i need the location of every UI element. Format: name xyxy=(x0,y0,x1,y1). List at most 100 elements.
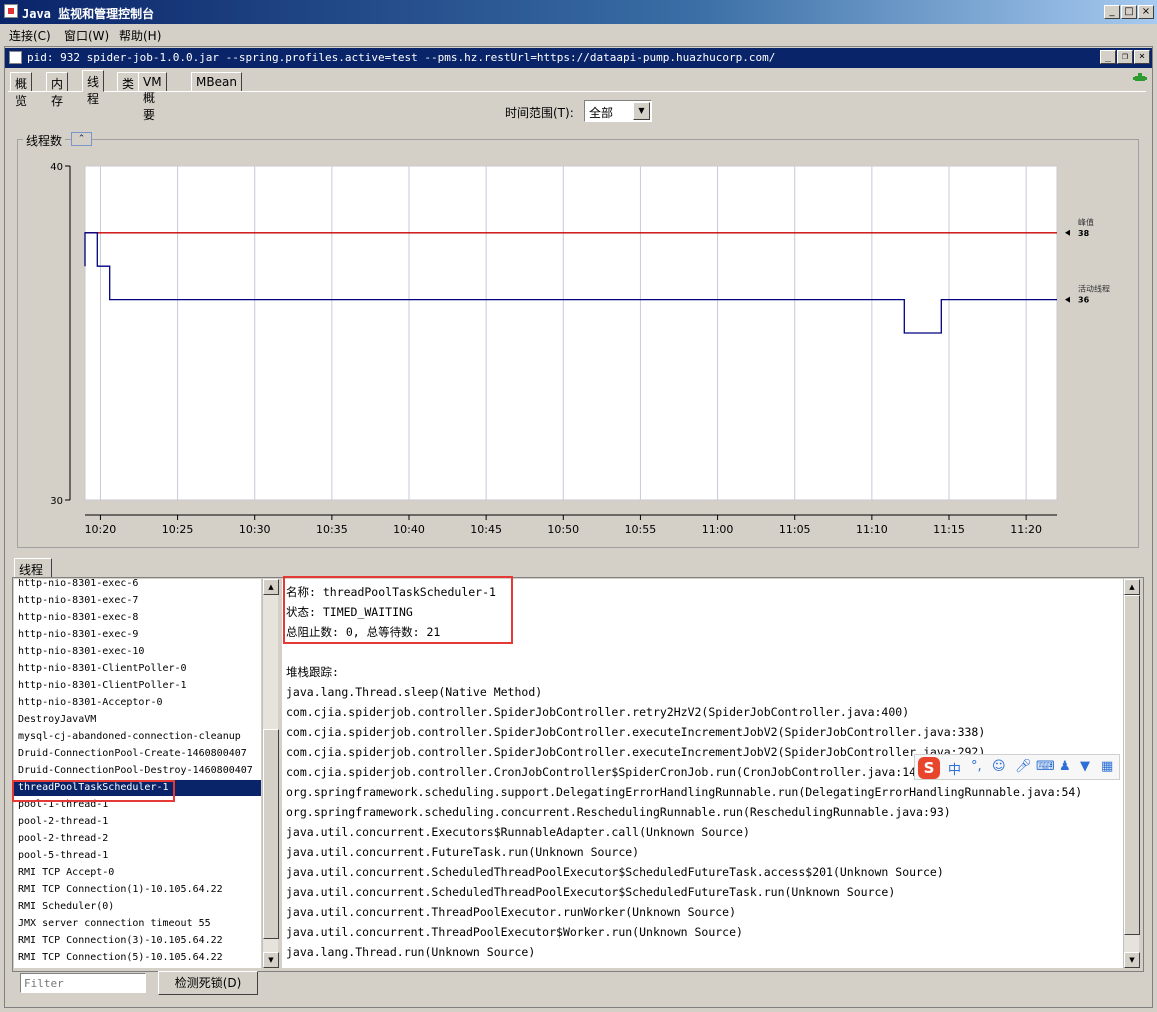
x-tick-label: 10:30 xyxy=(239,523,271,536)
thread-list-item[interactable]: RMI TCP Connection(3)-10.105.64.22 xyxy=(18,933,223,949)
menu-window[interactable]: 窗口(W) xyxy=(64,27,109,44)
grid-icon[interactable]: ▦ xyxy=(1101,759,1113,774)
x-tick-label: 10:50 xyxy=(547,523,579,536)
thread-list-item[interactable]: RMI Scheduler(0) xyxy=(18,899,114,915)
highlight-box-detail xyxy=(283,576,513,644)
legend-name: 活动线程 xyxy=(1078,284,1110,294)
x-tick-label: 11:20 xyxy=(1010,523,1042,536)
tab-thread-list[interactable]: 线程 xyxy=(14,558,52,578)
legend-value: 38 xyxy=(1078,229,1090,238)
thread-list-item[interactable]: http-nio-8301-exec-8 xyxy=(18,610,138,626)
user-icon[interactable]: ♟ xyxy=(1059,759,1071,774)
shirt-icon[interactable]: ▼ xyxy=(1080,759,1090,774)
emoji-icon[interactable]: ☺ xyxy=(992,759,1006,774)
tab-overview[interactable]: 概览 xyxy=(10,72,33,108)
tab-memory[interactable]: 内存 xyxy=(46,72,69,108)
stack-trace-header: 堆栈跟踪: xyxy=(286,665,339,679)
frame-restore-button[interactable]: ❐ xyxy=(1117,50,1133,64)
frame-icon xyxy=(9,51,22,64)
thread-list-item[interactable]: Druid-ConnectionPool-Create-1460800407 xyxy=(18,746,247,762)
close-button[interactable]: × xyxy=(1138,5,1154,19)
thread-list-item[interactable]: RMI TCP Connection(1)-10.105.64.22 xyxy=(18,882,223,898)
y-tick-label: 30 xyxy=(50,496,63,507)
time-range-select[interactable]: 全部 ▼ xyxy=(584,100,652,122)
highlight-box-thread xyxy=(12,780,175,802)
thread-list-item[interactable]: http-nio-8301-exec-6 xyxy=(18,579,138,592)
series-marker xyxy=(1065,229,1070,236)
thread-list-item[interactable]: pool-2-thread-1 xyxy=(18,814,108,830)
thread-list-item[interactable]: RMI TCP Connection(5)-10.105.64.22 xyxy=(18,950,223,966)
stack-frame-line: com.cjia.spiderjob.controller.CronJobCon… xyxy=(286,765,917,779)
thread-list-item[interactable]: RMI TCP Accept-0 xyxy=(18,865,114,881)
stack-frame-line: java.util.concurrent.ThreadPoolExecutor.… xyxy=(286,905,737,919)
menu-bar: 连接(C) 窗口(W) 帮助(H) xyxy=(0,24,1157,44)
thread-list-item[interactable]: mysql-cj-abandoned-connection-cleanup xyxy=(18,729,241,745)
detail-scroll-up-icon[interactable]: ▲ xyxy=(1124,579,1140,595)
thread-list-item[interactable]: DestroyJavaVM xyxy=(18,712,96,728)
filter-input[interactable] xyxy=(20,973,146,993)
thread-list-item[interactable]: http-nio-8301-exec-10 xyxy=(18,644,144,660)
scroll-thumb[interactable] xyxy=(263,729,279,939)
x-tick-label: 10:25 xyxy=(162,523,194,536)
stack-frame-line: java.lang.Thread.run(Unknown Source) xyxy=(286,945,536,959)
thread-count-title: 线程数 xyxy=(23,132,66,149)
tab-threads[interactable]: 线程 xyxy=(82,70,105,106)
thread-list[interactable]: http-nio-8301-exec-6 http-nio-8301-exec-7… xyxy=(14,579,261,968)
ime-toolbar: S 中 °, ☺ 🎤︎ ⌨ ♟ ▼ ▦ xyxy=(914,754,1120,780)
dropdown-arrow-icon[interactable]: ▼ xyxy=(633,102,650,120)
x-tick-label: 10:45 xyxy=(470,523,502,536)
stack-frame-line: org.springframework.scheduling.support.D… xyxy=(286,785,1083,799)
legend-name: 峰值 xyxy=(1078,217,1094,227)
maximize-button[interactable]: □ xyxy=(1121,5,1137,19)
scroll-down-icon[interactable]: ▼ xyxy=(263,952,279,968)
keyboard-icon[interactable]: ⌨ xyxy=(1036,759,1055,774)
x-tick-label: 10:40 xyxy=(393,523,425,536)
menu-connection[interactable]: 连接(C) xyxy=(9,27,51,44)
stack-frame-line: java.util.concurrent.FutureTask.run(Unkn… xyxy=(286,845,640,859)
detail-scroll-down-icon[interactable]: ▼ xyxy=(1124,952,1140,968)
thread-list-scrollbar[interactable]: ▲ ▼ xyxy=(262,579,279,968)
connection-titlebar: pid: 932 spider-job-1.0.0.jar --spring.p… xyxy=(5,48,1152,68)
time-range-value: 全部 xyxy=(589,106,614,120)
x-tick-label: 10:55 xyxy=(625,523,657,536)
thread-list-item[interactable]: http-nio-8301-Acceptor-0 xyxy=(18,695,163,711)
thread-list-item[interactable]: pool-5-thread-1 xyxy=(18,848,108,864)
thread-count-chart: 40 30 10:20 10:25 10:30 10:35 10:40 10:45 10:50 1… xyxy=(50,162,1110,536)
detail-scrollbar[interactable]: ▲ ▼ xyxy=(1123,579,1140,968)
thread-list-item[interactable]: pool-2-thread-2 xyxy=(18,831,108,847)
frame-minimize-button[interactable]: _ xyxy=(1100,50,1116,64)
thread-list-item[interactable]: http-nio-8301-exec-9 xyxy=(18,627,138,643)
stack-frame-line: org.springframework.scheduling.concurren… xyxy=(286,805,951,819)
window-title: Java 监视和管理控制台 xyxy=(22,7,155,21)
series-marker xyxy=(1065,296,1070,303)
scroll-up-icon[interactable]: ▲ xyxy=(263,579,279,595)
thread-list-item[interactable]: Druid-ConnectionPool-Destroy-1460800407 xyxy=(18,763,253,779)
tab-classes[interactable]: 类 xyxy=(117,72,140,92)
x-tick-label: 10:20 xyxy=(85,523,117,536)
stack-frame-line: java.util.concurrent.ThreadPoolExecutor$… xyxy=(286,925,743,939)
detect-deadlock-button[interactable]: 检测死锁(D) xyxy=(158,971,258,995)
thread-list-item[interactable]: JMX server connection timeout 55 xyxy=(18,916,211,932)
chinese-mode-icon[interactable]: 中 xyxy=(948,759,961,778)
thread-list-item[interactable]: http-nio-8301-ClientPoller-0 xyxy=(18,661,187,677)
menu-help[interactable]: 帮助(H) xyxy=(119,27,161,44)
x-tick-label: 10:35 xyxy=(316,523,348,536)
window-titlebar: Java 监视和管理控制台 _ □ × xyxy=(0,0,1157,24)
sogou-logo-icon[interactable]: S xyxy=(918,757,940,779)
stack-frame-line: java.util.concurrent.ScheduledThreadPool… xyxy=(286,865,944,879)
frame-close-button[interactable]: × xyxy=(1134,50,1150,64)
thread-list-item[interactable]: http-nio-8301-ClientPoller-1 xyxy=(18,678,187,694)
mic-icon[interactable]: 🎤︎ xyxy=(1015,759,1032,774)
stack-frame-line: com.cjia.spiderjob.controller.SpiderJobC… xyxy=(286,725,986,739)
punctuation-icon[interactable]: °, xyxy=(971,759,982,774)
x-tick-label: 11:10 xyxy=(856,523,888,536)
minimize-button[interactable]: _ xyxy=(1104,5,1120,19)
stack-frame-line: java.lang.Thread.sleep(Native Method) xyxy=(286,685,543,699)
collapse-icon[interactable]: ⌃ xyxy=(71,132,92,146)
tab-mbean[interactable]: MBean xyxy=(191,72,242,92)
detail-scroll-thumb[interactable] xyxy=(1124,595,1140,935)
thread-list-item[interactable]: http-nio-8301-exec-7 xyxy=(18,593,138,609)
tab-vm-summary[interactable]: VM 概要 xyxy=(138,72,167,122)
tab-underline xyxy=(8,91,1146,92)
connection-title: pid: 932 spider-job-1.0.0.jar --spring.p… xyxy=(27,51,776,64)
